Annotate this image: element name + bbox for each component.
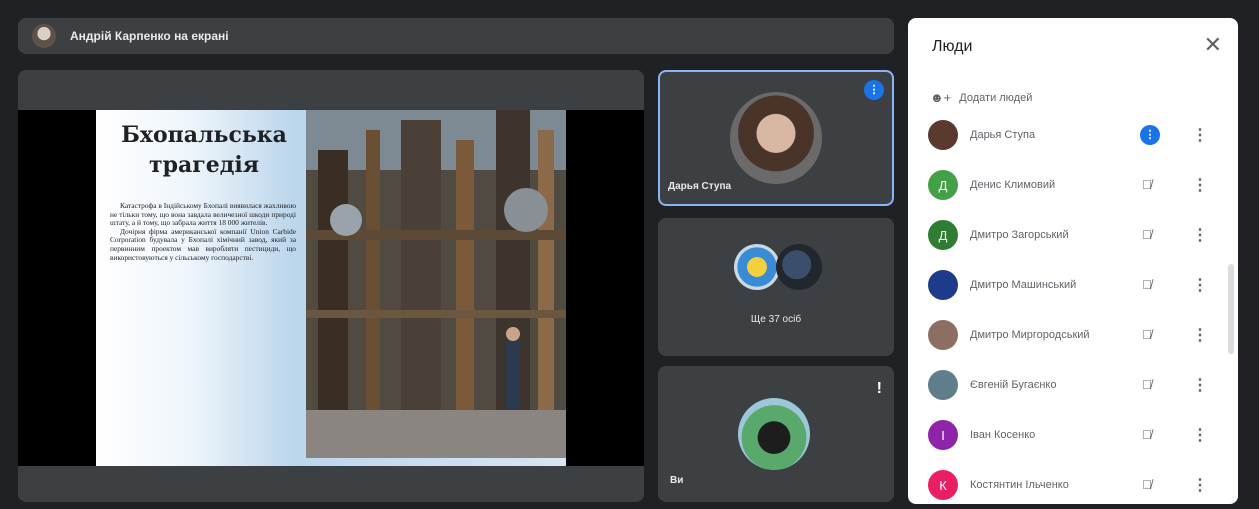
mic-off-icon[interactable]: 🎙̸: [1142, 427, 1152, 442]
add-people-label: Додати людей: [959, 91, 1033, 104]
mic-off-icon[interactable]: 🎙̸: [1142, 327, 1152, 342]
people-panel: Люди ✕ ☻+ Додати людей Дарья Ступа ⋮ ⋮ Д Ден…: [908, 18, 1238, 504]
slide-paragraph: Дочірня фірма американської компанії Uni…: [110, 226, 296, 262]
slide: Бхопальська трагедія Катастрофа в Індійс…: [96, 110, 566, 466]
more-options-icon[interactable]: !: [877, 380, 882, 398]
participant-name: Дарья Ступа: [970, 129, 1036, 141]
participant-tile-self[interactable]: ! Ви: [658, 366, 894, 502]
kebab-menu-icon[interactable]: ⋮: [1192, 325, 1208, 345]
participant-name: Костянтин Ільченко: [970, 479, 1069, 491]
mic-off-icon[interactable]: 🎙̸: [1142, 277, 1152, 292]
kebab-menu-icon[interactable]: ⋮: [1192, 225, 1208, 245]
factory-ruins-image: [306, 110, 566, 458]
list-item[interactable]: К Костянтин Ільченко 🎙̸ ⋮: [908, 460, 1238, 504]
participant-name: Дмитро Загорський: [970, 229, 1069, 241]
self-name: Ви: [670, 475, 684, 486]
participant-name: Іван Косенко: [970, 429, 1036, 441]
add-people-button[interactable]: ☻+ Додати людей: [930, 90, 1032, 105]
speaking-indicator-icon: ⋮: [864, 80, 884, 100]
presentation-bar: Андрій Карпенко на екрані: [18, 18, 894, 54]
avatar: [928, 120, 958, 150]
list-item[interactable]: Дарья Ступа ⋮ ⋮: [908, 110, 1238, 160]
speaking-indicator-icon: ⋮: [1140, 125, 1160, 145]
avatar: К: [928, 470, 958, 500]
self-avatar: [738, 398, 810, 470]
close-icon[interactable]: ✕: [1204, 34, 1222, 56]
list-item[interactable]: Дмитро Миргородський 🎙̸ ⋮: [908, 310, 1238, 360]
mic-off-icon[interactable]: 🎙̸: [1142, 477, 1152, 492]
list-item[interactable]: Євгеній Бугаєнко 🎙̸ ⋮: [908, 360, 1238, 410]
shared-screen: Бхопальська трагедія Катастрофа в Індійс…: [18, 110, 644, 466]
presenter-label: Андрій Карпенко на екрані: [70, 29, 229, 43]
kebab-menu-icon[interactable]: ⋮: [1192, 275, 1208, 295]
kebab-menu-icon[interactable]: ⋮: [1192, 375, 1208, 395]
mic-off-icon[interactable]: 🎙̸: [1142, 377, 1152, 392]
avatar: [928, 270, 958, 300]
participant-tile-speaker[interactable]: ⋮ Дарья Ступа: [658, 70, 894, 206]
avatar: [928, 320, 958, 350]
avatar: І: [928, 420, 958, 450]
panel-title: Люди: [932, 38, 973, 55]
participant-name: Дмитро Машинський: [970, 279, 1077, 291]
people-list: Дарья Ступа ⋮ ⋮ Д Денис Климовий 🎙̸ ⋮ Д Дмитро З…: [908, 110, 1238, 504]
participant-name: Євгеній Бугаєнко: [970, 379, 1057, 391]
speaker-name: Дарья Ступа: [668, 181, 732, 192]
kebab-menu-icon[interactable]: ⋮: [1192, 425, 1208, 445]
participant-avatar: [776, 244, 822, 290]
add-person-icon: ☻+: [930, 90, 952, 105]
slide-title: Бхопальська трагедія: [121, 122, 287, 178]
others-count-label: Ще 37 осіб: [750, 314, 802, 325]
participant-name: Дмитро Миргородський: [970, 329, 1090, 341]
kebab-menu-icon[interactable]: ⋮: [1192, 475, 1208, 495]
participant-name: Денис Климовий: [970, 179, 1056, 191]
slide-photo: [306, 110, 566, 458]
presenter-avatar: [32, 24, 56, 48]
list-item[interactable]: Д Денис Климовий 🎙̸ ⋮: [908, 160, 1238, 210]
list-item[interactable]: Д Дмитро Загорський 🎙̸ ⋮: [908, 210, 1238, 260]
scrollbar[interactable]: [1228, 264, 1234, 354]
list-item[interactable]: Дмитро Машинський 🎙̸ ⋮: [908, 260, 1238, 310]
kebab-menu-icon[interactable]: ⋮: [1192, 125, 1208, 145]
slide-paragraph: Катастрофа в Індійському Бхопалі виявила…: [110, 201, 296, 228]
avatar: Д: [928, 170, 958, 200]
presentation-stage: Бхопальська трагедія Катастрофа в Індійс…: [18, 70, 644, 502]
speaker-avatar: [730, 92, 822, 184]
slide-text: Катастрофа в Індійському Бхопалі виявила…: [110, 201, 296, 262]
participant-avatar: [734, 244, 780, 290]
avatar: Д: [928, 220, 958, 250]
mic-off-icon[interactable]: 🎙̸: [1142, 177, 1152, 192]
kebab-menu-icon[interactable]: ⋮: [1192, 175, 1208, 195]
participant-tile-others[interactable]: Ще 37 осіб: [658, 218, 894, 356]
list-item[interactable]: І Іван Косенко 🎙̸ ⋮: [908, 410, 1238, 460]
mic-off-icon[interactable]: 🎙̸: [1142, 227, 1152, 242]
avatar: [928, 370, 958, 400]
